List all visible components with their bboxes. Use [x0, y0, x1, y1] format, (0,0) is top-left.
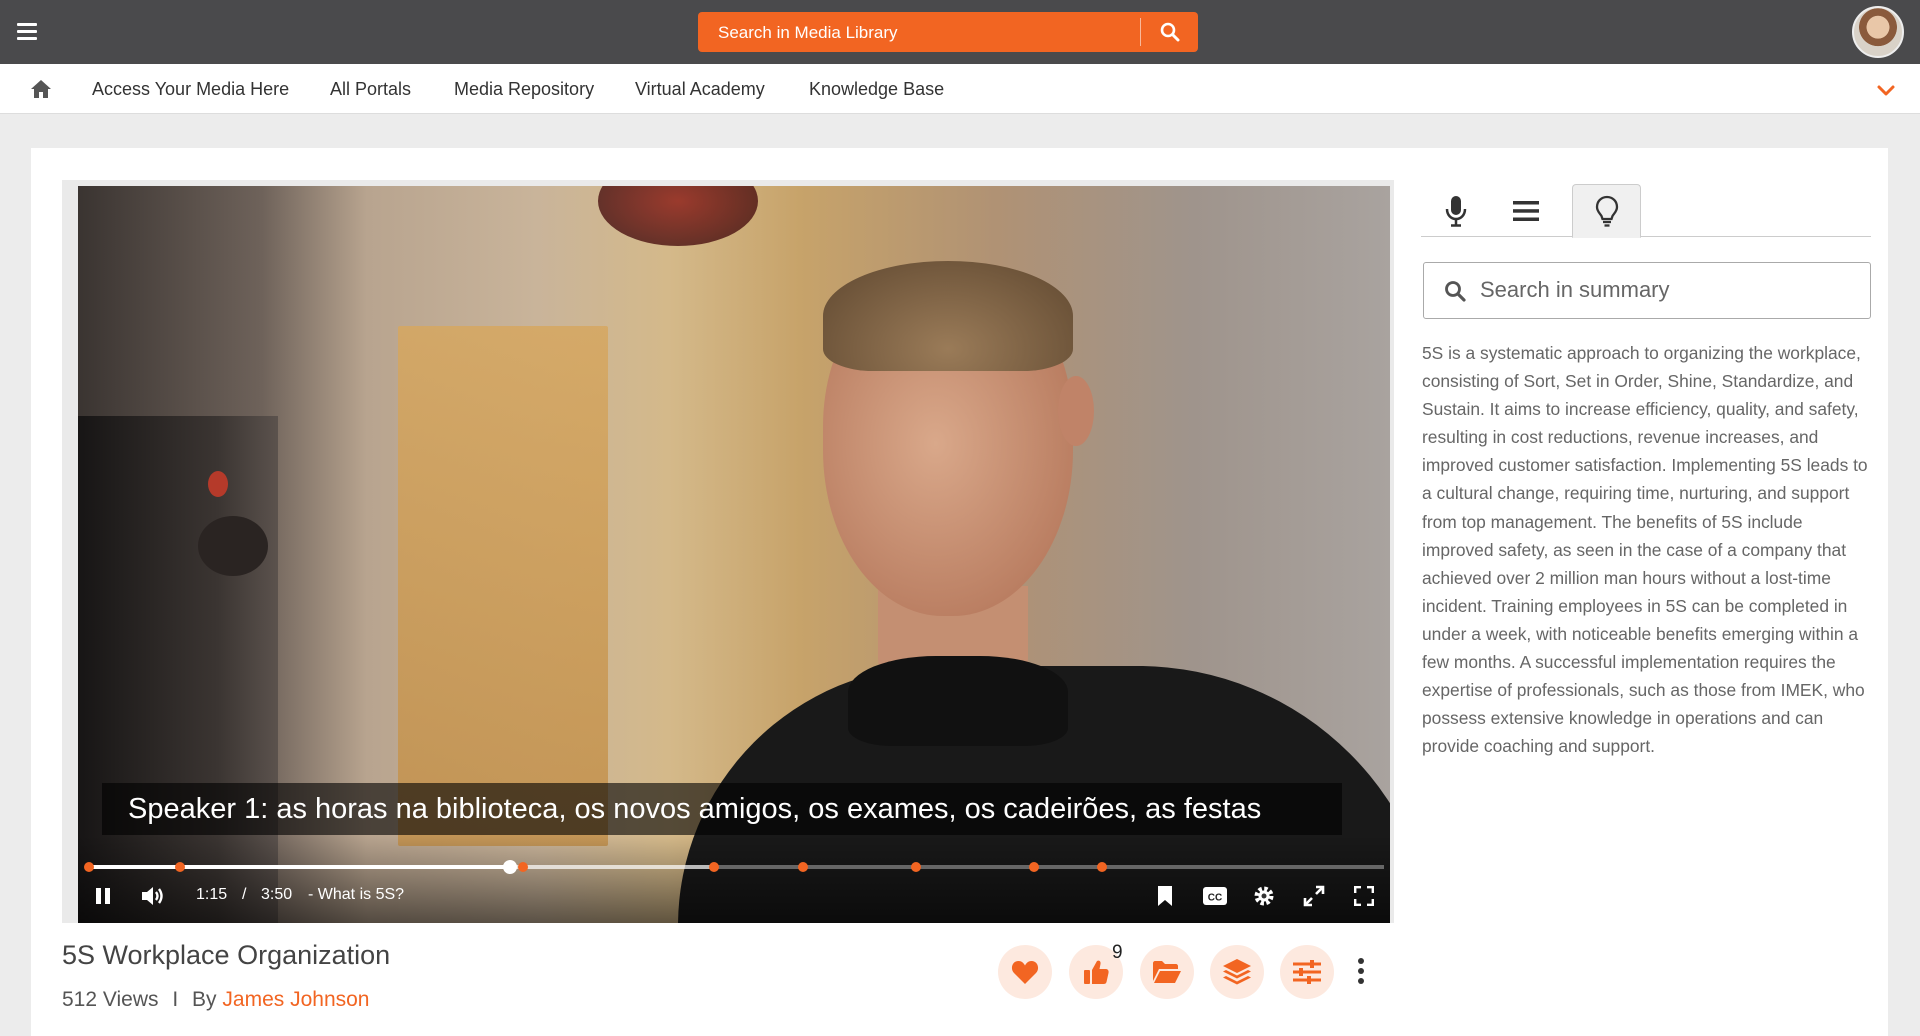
video-caption: Speaker 1: as horas na biblioteca, os no… — [102, 783, 1342, 835]
search-icon — [1160, 22, 1179, 42]
summary-search-input[interactable] — [1480, 263, 1860, 317]
current-time: 1:15 — [196, 886, 228, 903]
view-count: 512 Views — [62, 988, 159, 1011]
author-link[interactable]: James Johnson — [222, 988, 369, 1011]
bookmark-icon[interactable] — [1156, 885, 1174, 912]
chevron-down-icon[interactable] — [1876, 80, 1896, 100]
like-count: 9 — [1112, 942, 1123, 963]
video-scene-door — [398, 326, 608, 846]
search-icon — [1444, 280, 1466, 302]
side-panel-tabs — [1421, 184, 1871, 238]
menu-icon[interactable] — [17, 23, 37, 41]
summary-search[interactable] — [1423, 262, 1871, 319]
top-bar: Search in Media Library — [0, 0, 1920, 64]
chapter-marker[interactable] — [84, 862, 94, 872]
nav-item-access-your-media[interactable]: Access Your Media Here — [92, 64, 289, 114]
adjustments-button[interactable] — [1280, 945, 1334, 999]
nav-bar: Access Your Media Here All Portals Media… — [0, 64, 1920, 114]
chapter-marker[interactable] — [175, 862, 185, 872]
chapter-marker[interactable] — [798, 862, 808, 872]
nav-item-media-repository[interactable]: Media Repository — [454, 64, 594, 114]
list-icon — [1512, 200, 1539, 221]
video-scene-speaker-hair — [823, 261, 1073, 371]
video-scene-red-light — [208, 471, 228, 497]
settings-gear-icon[interactable] — [1252, 884, 1276, 913]
folder-open-icon — [1153, 961, 1181, 983]
chapter-title: - What is 5S? — [308, 886, 405, 903]
favorite-button[interactable] — [998, 945, 1052, 999]
nav-item-knowledge-base[interactable]: Knowledge Base — [809, 64, 944, 114]
time-separator: / — [242, 886, 247, 903]
video-scene-red-object — [598, 186, 758, 246]
avatar[interactable] — [1852, 6, 1904, 58]
chapter-marker[interactable] — [709, 862, 719, 872]
theater-mode-icon[interactable] — [1303, 885, 1325, 912]
search-button[interactable] — [1141, 12, 1198, 52]
progress-thumb[interactable] — [503, 860, 517, 874]
layers-icon — [1223, 959, 1251, 985]
more-options-icon[interactable] — [1356, 958, 1366, 986]
chapter-marker[interactable] — [1097, 862, 1107, 872]
by-label: By — [192, 988, 217, 1011]
video-scene-machine-part — [198, 516, 268, 576]
thumbs-up-icon — [1084, 960, 1109, 984]
add-to-folder-button[interactable] — [1140, 945, 1194, 999]
media-library-search-input[interactable]: Search in Media Library — [718, 12, 898, 52]
closed-captions-icon[interactable]: CC — [1202, 886, 1228, 911]
tab-transcript[interactable] — [1421, 184, 1490, 237]
svg-text:CC: CC — [1208, 893, 1222, 904]
media-meta: 512 Views I By James Johnson — [62, 988, 370, 1012]
add-to-playlist-button[interactable] — [1210, 945, 1264, 999]
fullscreen-icon[interactable] — [1353, 885, 1375, 911]
meta-separator: I — [172, 988, 179, 1011]
nav-item-virtual-academy[interactable]: Virtual Academy — [635, 64, 765, 114]
volume-icon[interactable] — [140, 884, 166, 913]
pause-icon[interactable] — [93, 886, 113, 911]
progress-fill — [88, 865, 510, 869]
video-scene-speaker-ear — [1058, 376, 1094, 446]
controls-overlay — [78, 835, 1390, 923]
chapter-marker[interactable] — [1029, 862, 1039, 872]
duration: 3:50 — [261, 886, 293, 903]
lightbulb-icon — [1595, 195, 1618, 227]
video-scene-speaker-collar — [848, 656, 1068, 746]
chapter-marker[interactable] — [911, 862, 921, 872]
home-icon[interactable] — [30, 78, 52, 100]
nav-item-all-portals[interactable]: All Portals — [330, 64, 411, 114]
chapter-marker[interactable] — [518, 862, 528, 872]
tab-chapters[interactable] — [1491, 184, 1560, 237]
tab-summary[interactable] — [1572, 184, 1641, 238]
microphone-icon — [1445, 195, 1466, 227]
media-library-search[interactable]: Search in Media Library — [698, 12, 1198, 52]
summary-text: 5S is a systematic approach to organizin… — [1422, 343, 1868, 757]
sliders-icon — [1293, 960, 1321, 984]
heart-icon — [1011, 961, 1039, 984]
media-title: 5S Workplace Organization — [62, 940, 391, 970]
